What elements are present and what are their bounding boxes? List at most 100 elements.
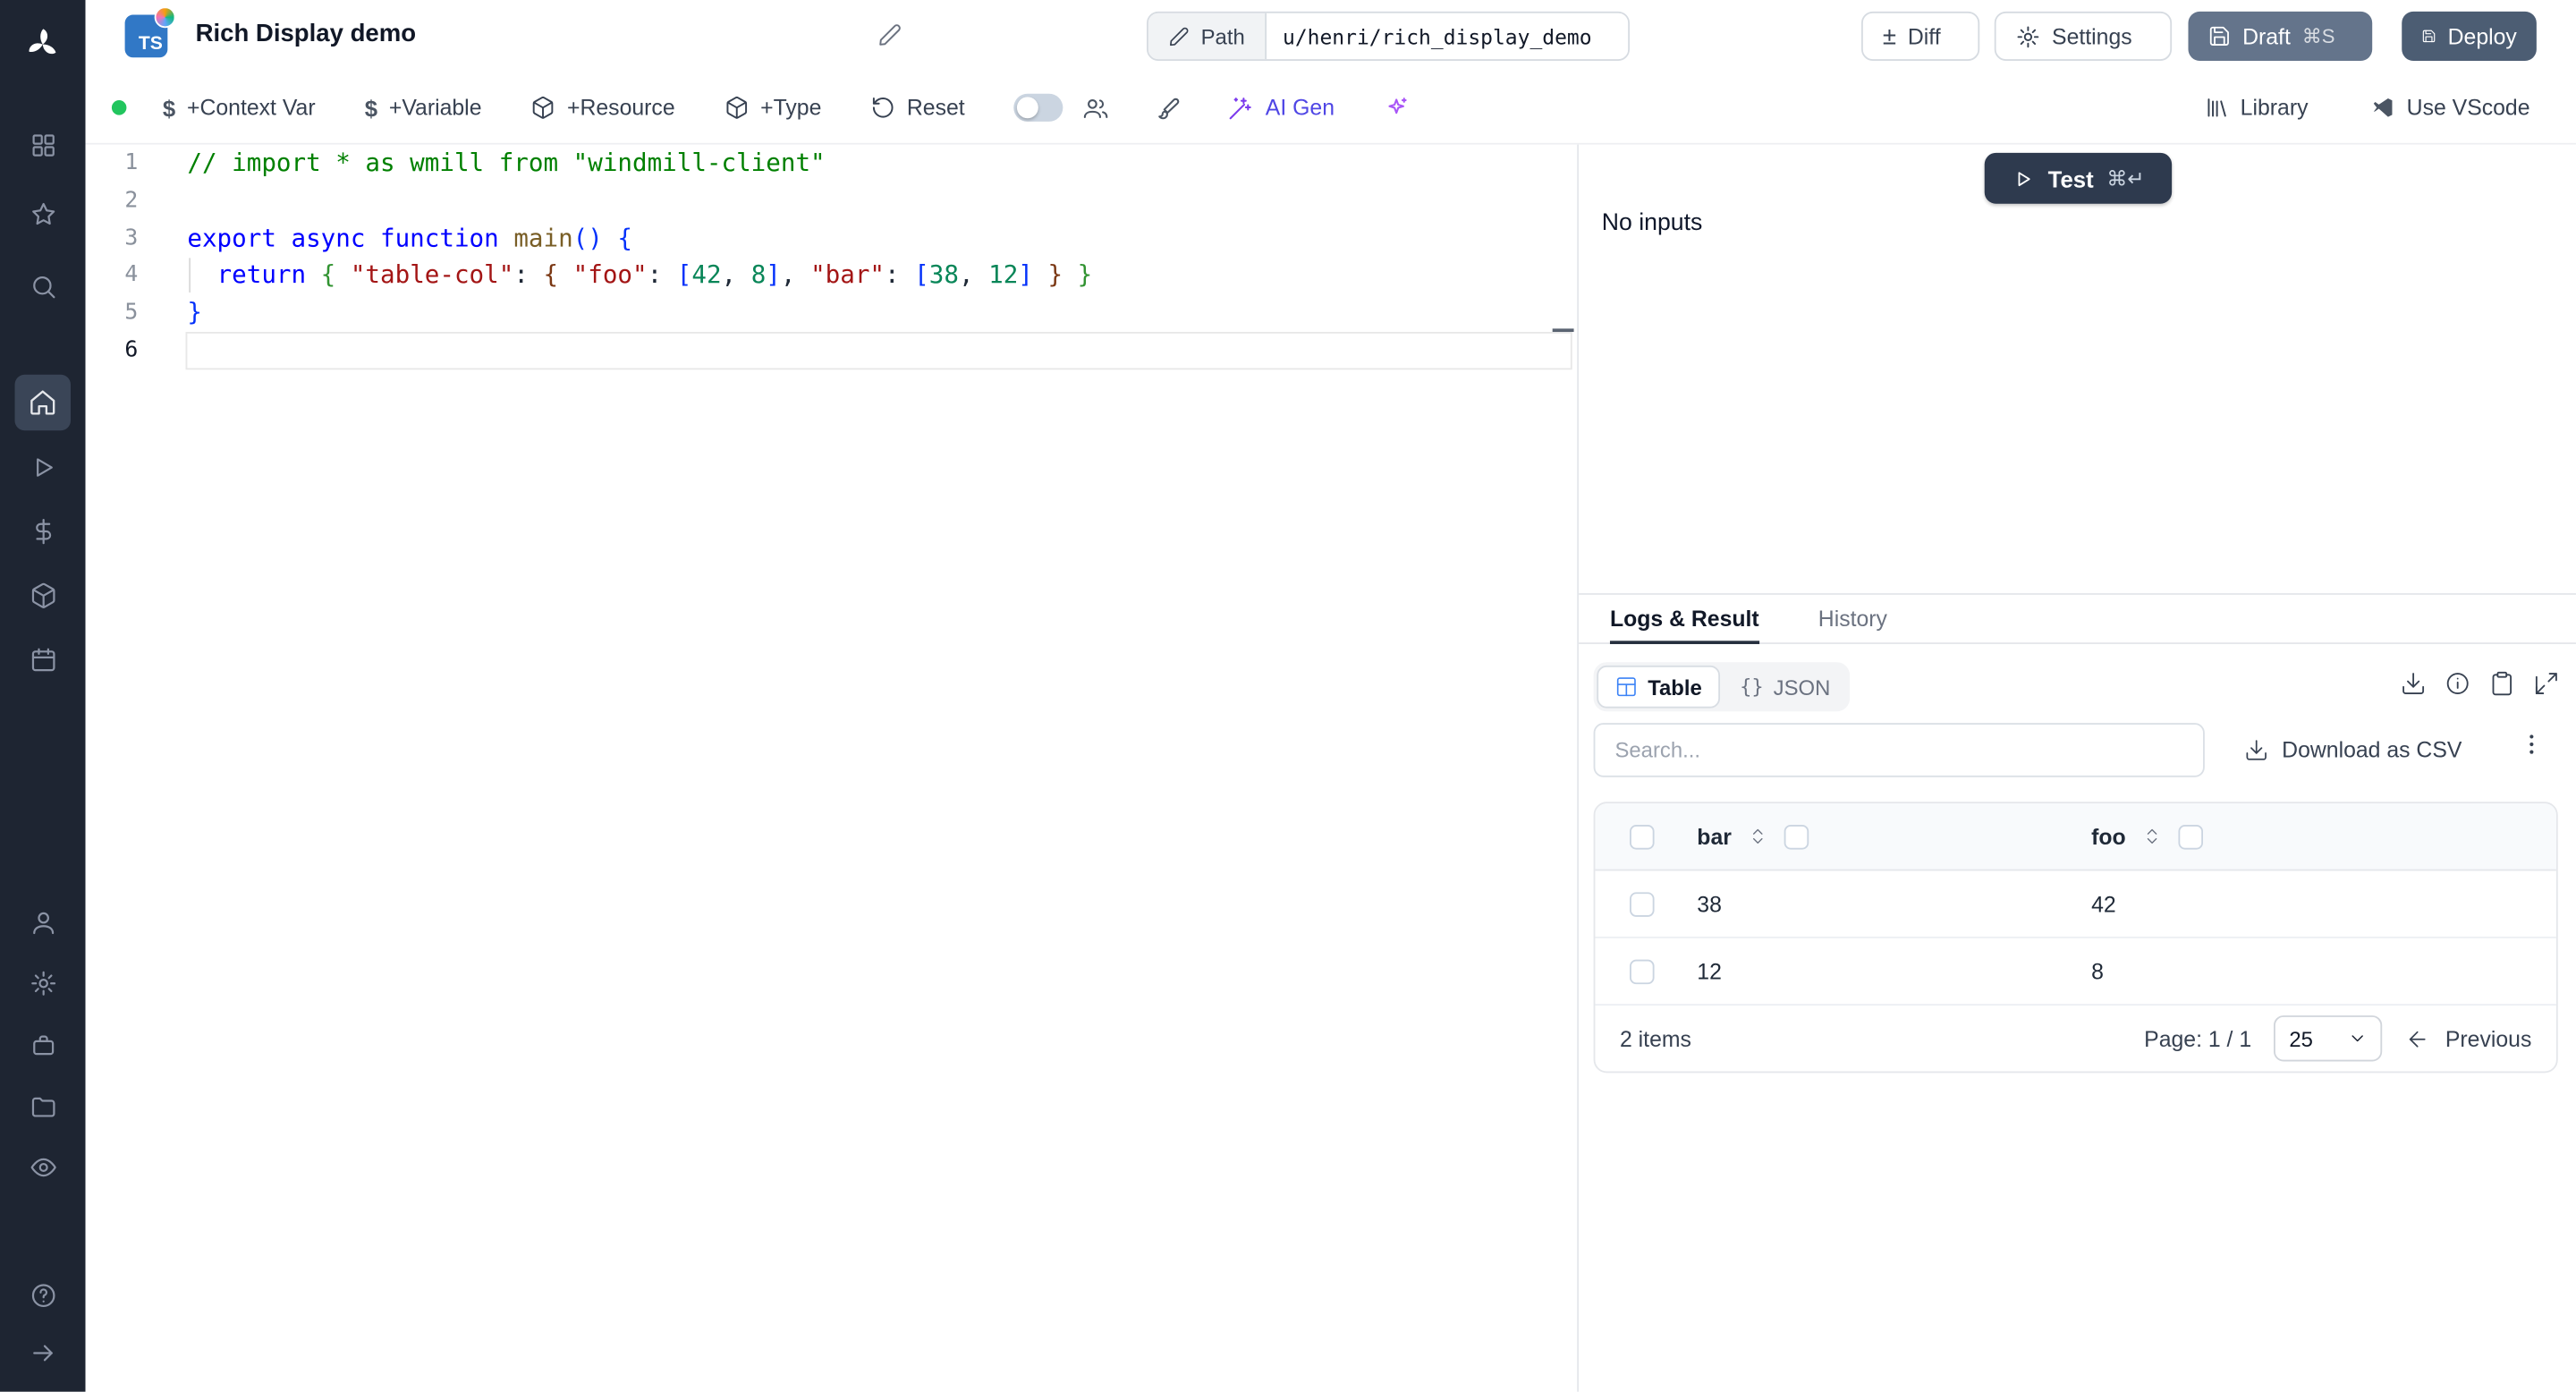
path-group: Path u/henri/rich_display_demo xyxy=(1147,11,1630,61)
use-vscode-button[interactable]: Use VScode xyxy=(2370,96,2530,120)
save-icon xyxy=(2209,26,2229,46)
deploy-button[interactable]: Deploy xyxy=(2402,11,2537,61)
editor-gutter: 123456 xyxy=(124,149,139,363)
path-value-input[interactable]: u/henri/rich_display_demo xyxy=(1266,13,1628,60)
copy-result-button[interactable] xyxy=(2489,670,2515,696)
add-variable-button[interactable]: $ +Variable xyxy=(365,95,482,121)
table-view-chip[interactable]: Table xyxy=(1597,665,1721,709)
format-brush-icon[interactable] xyxy=(1156,95,1182,121)
sidebar-item-users[interactable] xyxy=(15,894,71,949)
play-icon xyxy=(2017,171,2029,186)
diff-mode-toggle[interactable] xyxy=(1013,93,1063,122)
diff-icon: ± xyxy=(1882,21,1896,51)
sparkles-icon[interactable] xyxy=(1384,95,1410,121)
reset-button[interactable]: Reset xyxy=(870,96,965,120)
table-icon xyxy=(1616,677,1636,697)
sidebar-item-help[interactable] xyxy=(15,1267,71,1322)
result-info-button[interactable] xyxy=(2445,670,2470,696)
editor-code[interactable]: // import * as wmill from "windmill-clie… xyxy=(187,145,1552,369)
kebab-icon xyxy=(2529,734,2534,754)
home-icon xyxy=(30,390,55,415)
result-table: bar foo 38 42 12 8 2 items Page: 1 / 1 2… xyxy=(1593,802,2558,1074)
pencil-icon xyxy=(879,24,901,46)
clipboard-icon xyxy=(2492,671,2512,696)
workspace-sticker-icon xyxy=(154,6,176,29)
dollar-icon: $ xyxy=(364,94,378,121)
collaborators-icon[interactable] xyxy=(1083,95,1109,121)
sidebar-item-variables[interactable] xyxy=(15,503,71,558)
download-icon xyxy=(2402,673,2425,695)
download-csv-button[interactable]: Download as CSV xyxy=(2234,723,2472,777)
windmill-logo-icon[interactable] xyxy=(18,20,67,69)
download-icon xyxy=(2246,740,2267,760)
tab-logs-result[interactable]: Logs & Result xyxy=(1609,595,1759,644)
table-menu-button[interactable] xyxy=(2519,731,2545,766)
info-icon xyxy=(2446,673,2469,695)
row-checkbox[interactable] xyxy=(1629,958,1654,984)
result-actions xyxy=(2400,670,2559,696)
apps-grid-icon xyxy=(31,133,54,156)
sidebar-item-search[interactable] xyxy=(15,258,71,313)
sidebar-item-settings[interactable] xyxy=(15,955,71,1010)
previous-page-button[interactable]: Previous xyxy=(2406,1026,2531,1051)
table-footer: 2 items Page: 1 / 1 25 Previous xyxy=(1595,1006,2555,1071)
search-icon xyxy=(32,276,55,298)
calendar-icon xyxy=(30,647,55,671)
items-count: 2 items xyxy=(1619,1026,1691,1051)
edit-title-button[interactable] xyxy=(877,23,902,56)
sidebar-collapse[interactable] xyxy=(15,1324,71,1379)
code-editor[interactable]: 123456 // import * as wmill from "windmi… xyxy=(85,144,1578,1392)
sidebar-item-resources[interactable] xyxy=(15,567,71,623)
maximize-icon xyxy=(2535,673,2557,695)
gear-icon xyxy=(30,970,55,995)
sidebar-item-folders[interactable] xyxy=(15,1078,71,1133)
package-icon xyxy=(533,96,554,119)
cell-foo: 8 xyxy=(2091,958,2104,984)
sidebar-item-favorites[interactable] xyxy=(15,186,71,242)
column-foo-checkbox[interactable] xyxy=(2178,824,2204,849)
json-view-chip[interactable]: {} JSON xyxy=(1724,666,1847,709)
dollar-icon: $ xyxy=(162,94,176,121)
search-input[interactable] xyxy=(1593,723,2205,777)
sort-foo-button[interactable] xyxy=(2142,827,2162,846)
pencil-icon xyxy=(1170,26,1189,46)
diff-button[interactable]: ± Diff xyxy=(1860,11,1980,61)
package-icon xyxy=(726,96,747,119)
add-type-button[interactable]: +Type xyxy=(724,96,821,120)
sort-bar-button[interactable] xyxy=(1748,827,1767,846)
sidebar xyxy=(0,0,86,1392)
results-section: Logs & Result History Table {} JSON Sear… xyxy=(1579,593,2576,1392)
download-result-button[interactable] xyxy=(2400,670,2426,696)
add-resource-button[interactable]: +Resource xyxy=(531,96,675,120)
sidebar-item-schedules[interactable] xyxy=(15,631,71,686)
editor-toolbar: $ +Context Var $ +Variable +Resource +Ty… xyxy=(85,72,2576,145)
top-header: TS Rich Display demo Path u/henri/rich_d… xyxy=(85,0,2576,72)
status-dot xyxy=(111,100,127,115)
sidebar-item-workers[interactable] xyxy=(15,1017,71,1073)
path-edit-button[interactable]: Path xyxy=(1148,13,1267,60)
select-all-checkbox[interactable] xyxy=(1629,824,1654,849)
settings-button[interactable]: Settings xyxy=(1994,11,2173,61)
table-row: 12 8 xyxy=(1595,938,2556,1006)
star-icon xyxy=(31,201,55,225)
test-button[interactable]: Test ⌘↵ xyxy=(1984,152,2173,204)
column-bar-checkbox[interactable] xyxy=(1784,824,1809,849)
sidebar-item-runs[interactable] xyxy=(15,438,71,494)
sort-icon xyxy=(1753,828,1763,844)
add-context-var-button[interactable]: $ +Context Var xyxy=(163,95,316,121)
cell-foo: 42 xyxy=(2091,891,2116,916)
page-size-select[interactable]: 25 xyxy=(2274,1015,2384,1062)
sidebar-item-home[interactable] xyxy=(14,374,71,431)
row-checkbox[interactable] xyxy=(1629,891,1654,916)
cube-icon xyxy=(30,581,55,608)
expand-result-button[interactable] xyxy=(2533,670,2559,696)
sidebar-item-apps[interactable] xyxy=(15,116,71,172)
language-badge: TS xyxy=(124,6,176,58)
ai-gen-button[interactable]: AI Gen xyxy=(1228,95,1335,121)
library-button[interactable]: Library xyxy=(2204,96,2308,120)
save-draft-button[interactable]: Draft ⌘S xyxy=(2188,11,2373,61)
tab-history[interactable]: History xyxy=(1818,595,1887,642)
run-panel: Test ⌘↵ No inputs Logs & Result History … xyxy=(1579,144,2576,1392)
sidebar-item-audit-logs[interactable] xyxy=(15,1139,71,1194)
page-indicator: Page: 1 / 1 xyxy=(2144,1026,2252,1051)
